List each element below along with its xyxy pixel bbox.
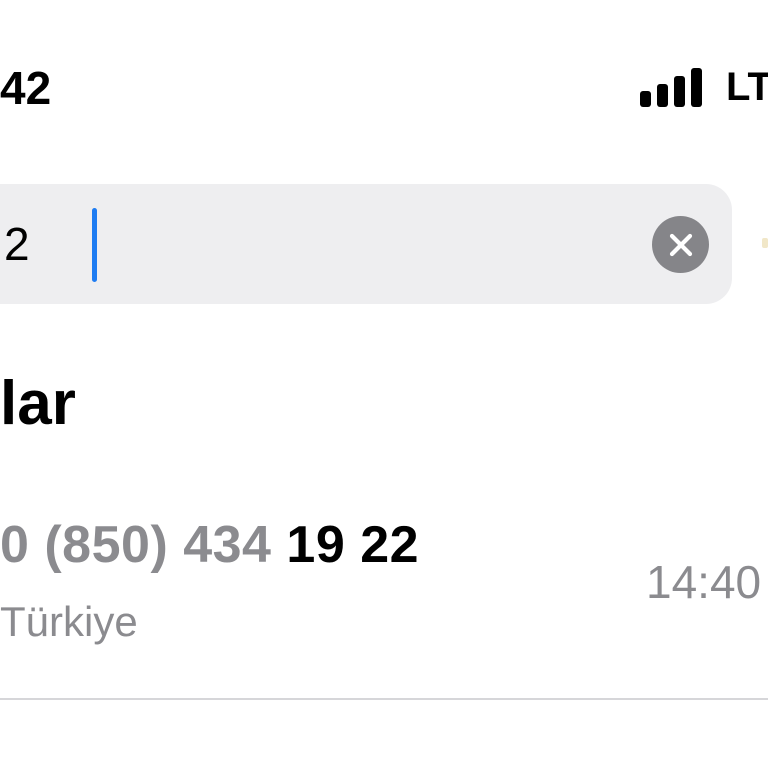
- search-input[interactable]: 2: [0, 184, 732, 304]
- clear-x-icon: [669, 233, 692, 256]
- network-type: LT: [726, 65, 768, 109]
- phone-number: 0 (850) 434 19 22: [0, 514, 419, 576]
- text-caret: [92, 208, 97, 282]
- status-indicators: LT: [640, 62, 768, 112]
- screen: 42 LT 2 lar 0 (850) 434 19 22 Türkiye 14…: [0, 0, 768, 768]
- cancel-button-edge: [762, 238, 768, 248]
- divider: [0, 698, 768, 700]
- phone-number-match: 19 22: [286, 516, 420, 574]
- search-value: 2: [4, 218, 30, 270]
- phone-number-prefix: 0 (850) 434: [0, 516, 287, 574]
- clear-search-button[interactable]: [652, 216, 709, 273]
- status-time: 42: [0, 62, 52, 114]
- section-title: lar: [0, 369, 76, 438]
- phone-country: Türkiye: [0, 598, 138, 645]
- list-item[interactable]: 0 (850) 434 19 22 Türkiye 14:40: [0, 500, 768, 700]
- cellular-signal-icon: [640, 68, 702, 107]
- call-time: 14:40: [646, 556, 762, 608]
